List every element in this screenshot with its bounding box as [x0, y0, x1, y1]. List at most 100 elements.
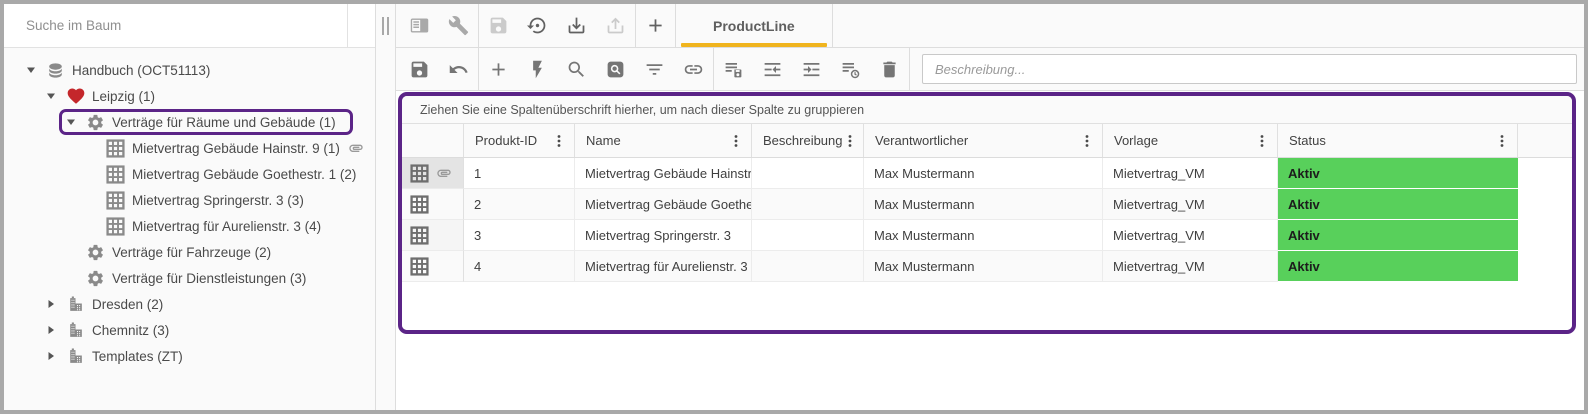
tree-item-templates[interactable]: Templates (ZT): [4, 343, 375, 369]
add-row-button[interactable]: [479, 48, 518, 90]
tab-label: ProductLine: [713, 18, 795, 34]
save-layout-button[interactable]: [714, 48, 753, 90]
grid-header-row: Produkt-ID Name Beschreibung Verantwortl…: [402, 124, 1572, 158]
tree-item-dresden[interactable]: Dresden (2): [4, 291, 375, 317]
building-icon: [66, 321, 92, 340]
column-menu-icon[interactable]: [729, 134, 743, 148]
cell-vorlage: Mietvertrag_VM: [1103, 158, 1278, 189]
restore-history-button[interactable]: [518, 4, 557, 47]
expand-columns-button[interactable]: [792, 48, 831, 90]
row-icon-cell[interactable]: [402, 158, 464, 189]
navigation-tree: Handbuch (OCT51113) Leipzig (1) Verträge…: [4, 48, 375, 369]
tree-item-label: Handbuch (OCT51113): [72, 63, 216, 78]
link-button[interactable]: [674, 48, 713, 90]
header-produkt-id[interactable]: Produkt-ID: [464, 124, 575, 157]
tab-productline[interactable]: ProductLine: [675, 4, 833, 47]
grid-content-area: Ziehen Sie eine Spaltenüberschrift hierh…: [396, 91, 1584, 410]
table-row[interactable]: 3 Mietvertrag Springerstr. 3 Max Musterm…: [402, 220, 1572, 251]
tree-item-mietvertrag-goethestr[interactable]: Mietvertrag Gebäude Goethestr. 1 (2): [4, 161, 375, 187]
tree-item-label: Templates (ZT): [92, 349, 189, 364]
save-button-disabled: [479, 4, 518, 47]
collapse-columns-button[interactable]: [753, 48, 792, 90]
table-icon: [410, 195, 429, 214]
tree-item-mietvertrag-hainstr[interactable]: Mietvertrag Gebäude Hainstr. 9 (1): [4, 135, 375, 161]
cell-verantwortlicher: Max Mustermann: [864, 158, 1103, 189]
add-tab-button[interactable]: [636, 4, 675, 47]
column-label: Name: [586, 133, 621, 148]
tree-item-vertraege-fahrzeuge[interactable]: Verträge für Fahrzeuge (2): [4, 239, 375, 265]
table-icon: [106, 139, 132, 158]
column-label: Vorlage: [1114, 133, 1158, 148]
cell-beschreibung: [752, 220, 864, 251]
flash-button[interactable]: [518, 48, 557, 90]
table-icon: [106, 191, 132, 210]
save-button[interactable]: [400, 48, 439, 90]
cell-filler: [1518, 220, 1572, 251]
table-row[interactable]: 4 Mietvertrag für Aurelienstr. 3 Max Mus…: [402, 251, 1572, 282]
column-menu-icon[interactable]: [1495, 134, 1509, 148]
chevron-right-icon[interactable]: [46, 325, 66, 335]
download-button[interactable]: [557, 4, 596, 47]
chevron-down-icon[interactable]: [26, 65, 46, 75]
header-status[interactable]: Status: [1278, 124, 1518, 157]
cell-filler: [1518, 189, 1572, 220]
table-icon: [410, 164, 429, 183]
main-panel: ProductLine Ziehen Sie eine Spaltenübers…: [396, 4, 1584, 410]
filter-button[interactable]: [635, 48, 674, 90]
column-label: Produkt-ID: [475, 133, 537, 148]
top-toolbar: ProductLine: [396, 4, 1584, 48]
chevron-down-icon[interactable]: [66, 117, 86, 127]
cell-beschreibung: [752, 189, 864, 220]
tree-item-label: Verträge für Fahrzeuge (2): [112, 245, 277, 260]
header-beschreibung[interactable]: Beschreibung: [752, 124, 864, 157]
toolbar-separator: [909, 48, 910, 90]
tree-item-label: Verträge für Dienstleistungen (3): [112, 271, 312, 286]
row-icon-cell[interactable]: [402, 251, 464, 282]
tree-item-mietvertrag-aurelienstr[interactable]: Mietvertrag für Aurelienstr. 3 (4): [4, 213, 375, 239]
column-menu-icon[interactable]: [1255, 134, 1269, 148]
panel-toggle-button[interactable]: [400, 4, 439, 47]
cell-vorlage: Mietvertrag_VM: [1103, 251, 1278, 282]
tree-item-label: Mietvertrag Springerstr. 3 (3): [132, 193, 310, 208]
table-row[interactable]: 1 Mietvertrag Gebäude Hainstr. 9 Max Mus…: [402, 158, 1572, 189]
wrench-button[interactable]: [439, 4, 478, 47]
search-bar-divider: [347, 4, 348, 47]
row-icon-cell[interactable]: [402, 220, 464, 251]
chevron-right-icon[interactable]: [46, 299, 66, 309]
chevron-down-icon[interactable]: [46, 91, 66, 101]
column-menu-icon[interactable]: [1080, 134, 1094, 148]
undo-button[interactable]: [439, 48, 478, 90]
paperclip-icon: [348, 140, 364, 156]
row-icon-cell[interactable]: [402, 189, 464, 220]
layout-history-button[interactable]: [831, 48, 870, 90]
tree-item-chemnitz[interactable]: Chemnitz (3): [4, 317, 375, 343]
description-input[interactable]: [922, 54, 1577, 84]
tree-item-label: Chemnitz (3): [92, 323, 175, 338]
tree-search-input[interactable]: [4, 18, 324, 33]
search-button[interactable]: [557, 48, 596, 90]
table-icon: [410, 226, 429, 245]
tree-item-leipzig[interactable]: Leipzig (1): [4, 83, 375, 109]
group-by-hint: Ziehen Sie eine Spaltenüberschrift hierh…: [420, 103, 864, 117]
delete-button[interactable]: [870, 48, 909, 90]
table-row[interactable]: 2 Mietvertrag Gebäude Goethestr. 1 Max M…: [402, 189, 1572, 220]
column-menu-icon[interactable]: [843, 134, 857, 148]
status-badge: Aktiv: [1278, 189, 1518, 220]
header-vorlage[interactable]: Vorlage: [1103, 124, 1278, 157]
column-menu-icon[interactable]: [552, 134, 566, 148]
tree-item-handbuch[interactable]: Handbuch (OCT51113): [4, 57, 375, 83]
tree-item-vertraege-dienstleistungen[interactable]: Verträge für Dienstleistungen (3): [4, 265, 375, 291]
upload-button-disabled: [596, 4, 635, 47]
header-verantwortlicher[interactable]: Verantwortlicher: [864, 124, 1103, 157]
splitter-grip-icon[interactable]: [382, 17, 389, 35]
tree-item-mietvertrag-springerstr[interactable]: Mietvertrag Springerstr. 3 (3): [4, 187, 375, 213]
header-name[interactable]: Name: [575, 124, 752, 157]
panel-splitter[interactable]: [376, 4, 396, 410]
chevron-right-icon[interactable]: [46, 351, 66, 361]
header-icon-column: [402, 124, 464, 157]
cell-beschreibung: [752, 158, 864, 189]
tree-item-vertraege-raeume[interactable]: Verträge für Räume und Gebäude (1): [4, 109, 375, 135]
group-by-dropzone[interactable]: Ziehen Sie eine Spaltenüberschrift hierh…: [402, 96, 1572, 124]
search-in-box-button[interactable]: [596, 48, 635, 90]
cell-vorlage: Mietvertrag_VM: [1103, 220, 1278, 251]
